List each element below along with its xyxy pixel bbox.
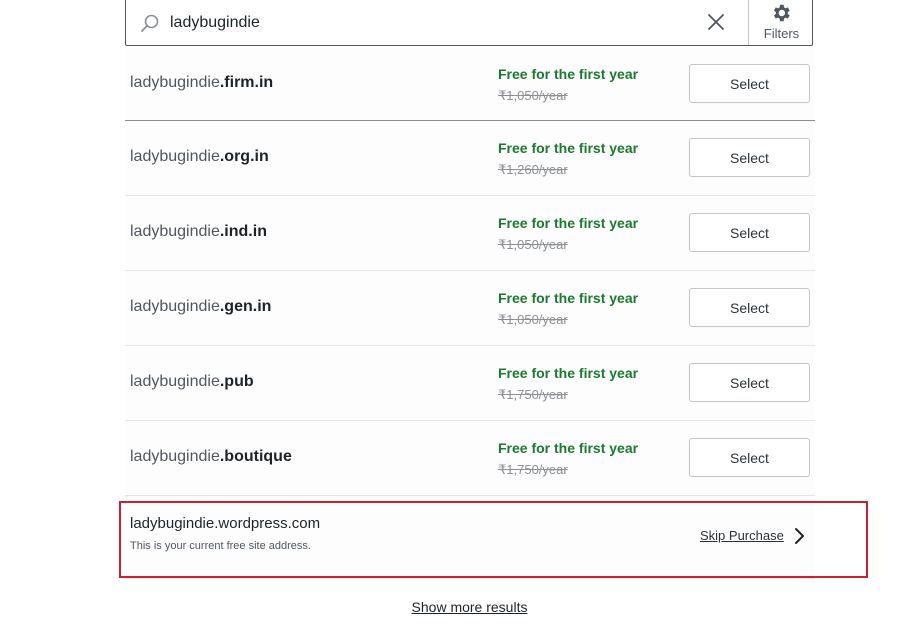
list-item: ladybugindie.gen.in Free for the first y… [125, 271, 815, 346]
original-price: ₹1,750/year [498, 462, 568, 477]
original-price: ₹1,050/year [498, 237, 568, 252]
original-price: ₹1,260/year [498, 162, 568, 177]
domain-name: ladybugindie.boutique [130, 448, 292, 466]
domain-tld: .boutique [219, 448, 292, 465]
domain-base: ladybugindie [130, 74, 220, 91]
search-icon [141, 14, 159, 32]
promo-text: Free for the first year [498, 365, 639, 381]
domain-base: ladybugindie [130, 373, 220, 390]
original-price: ₹1,050/year [498, 88, 568, 103]
domain-base: ladybugindie [130, 148, 220, 165]
select-button[interactable]: Select [689, 64, 810, 103]
close-icon[interactable] [702, 8, 730, 36]
domain-tld: .pub [219, 373, 254, 390]
domain-tld: .firm.in [219, 74, 274, 91]
domain-name: ladybugindie.ind.in [130, 223, 267, 241]
list-item: ladybugindie.pub Free for the first year… [125, 346, 815, 421]
domain-base: ladybugindie [130, 448, 220, 465]
domain-tld: .org.in [219, 148, 269, 165]
current-domain: ladybugindie.wordpress.com [130, 515, 321, 532]
show-more-results-button[interactable]: Show more results [398, 590, 541, 624]
promo-text: Free for the first year [498, 215, 639, 231]
domain-base: ladybugindie [130, 298, 220, 315]
select-button[interactable]: Select [689, 138, 810, 177]
filters-label: Filters [763, 26, 800, 41]
promo-text: Free for the first year [498, 66, 639, 82]
search-input[interactable] [170, 9, 690, 37]
domain-search-page: Filters ladybugindie.firm.in Free for th… [0, 0, 911, 639]
current-domain-note: This is your current free site address. [130, 540, 311, 552]
chevron-right-icon[interactable] [792, 527, 806, 545]
domain-name: ladybugindie.firm.in [130, 74, 273, 92]
domain-name: ladybugindie.org.in [130, 148, 269, 166]
original-price: ₹1,050/year [498, 312, 568, 327]
skip-purchase-link[interactable]: Skip Purchase [700, 528, 784, 543]
list-item: ladybugindie.ind.in Free for the first y… [125, 196, 815, 271]
select-button[interactable]: Select [689, 288, 810, 327]
original-price: ₹1,750/year [498, 387, 568, 402]
domain-results-list: ladybugindie.firm.in Free for the first … [125, 47, 815, 579]
domain-name: ladybugindie.gen.in [130, 298, 271, 316]
list-item: ladybugindie.org.in Free for the first y… [125, 121, 815, 196]
domain-name: ladybugindie.pub [130, 373, 254, 391]
select-button[interactable]: Select [689, 363, 810, 402]
list-item: ladybugindie.boutique Free for the first… [125, 421, 815, 496]
promo-text: Free for the first year [498, 290, 639, 306]
search-bar: Filters [125, 0, 813, 46]
select-button[interactable]: Select [689, 213, 810, 252]
domain-tld: .ind.in [219, 223, 267, 240]
domain-tld: .gen.in [219, 298, 272, 315]
domain-base: ladybugindie [130, 223, 220, 240]
select-button[interactable]: Select [689, 438, 810, 477]
current-address-row: ladybugindie.wordpress.com This is your … [125, 496, 815, 579]
filters-button[interactable]: Filters [748, 0, 813, 45]
gear-icon [773, 4, 790, 22]
list-item: ladybugindie.firm.in Free for the first … [125, 47, 815, 121]
promo-text: Free for the first year [498, 140, 639, 156]
promo-text: Free for the first year [498, 440, 639, 456]
